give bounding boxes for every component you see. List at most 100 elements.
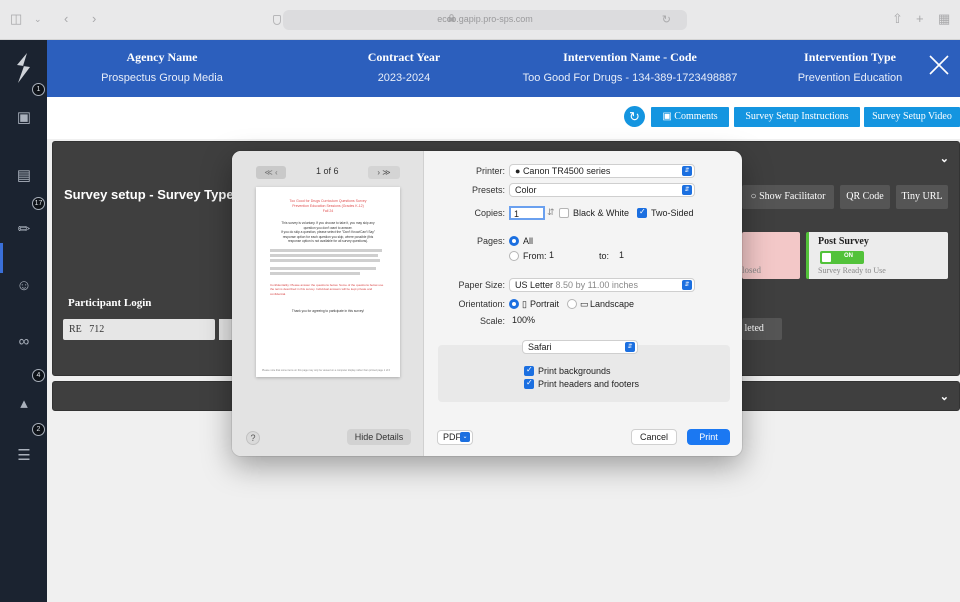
print-backgrounds-checkbox[interactable] [524, 365, 534, 376]
active-indicator [0, 243, 3, 273]
participant-login-field-2[interactable] [219, 319, 233, 340]
back-icon[interactable]: ‹ [64, 12, 68, 26]
printer-select[interactable]: ● Canon TR4500 series ⇵ [509, 164, 695, 178]
chevron-down-icon: ⌄ [460, 432, 470, 442]
completed-button[interactable]: leted [742, 318, 782, 340]
survey-icon[interactable]: ✏ [14, 220, 34, 240]
users-icon[interactable]: ☺ [14, 276, 34, 296]
completed-label: leted [744, 323, 764, 334]
paper-size-value: US Letter [515, 280, 554, 290]
login-value: 712 [89, 324, 105, 335]
header-label: Intervention Name - Code [563, 50, 697, 64]
survey-status-card[interactable]: losed [742, 232, 800, 279]
person-icon: ○ [750, 191, 760, 202]
two-sided-label: Two-Sided [651, 208, 694, 218]
two-sided-checkbox[interactable] [637, 207, 647, 218]
briefcase-icon[interactable]: ▤ [14, 166, 34, 186]
forward-icon[interactable]: › [92, 12, 96, 26]
preview-footer: Please note that some items on this page… [262, 369, 390, 372]
print-headers-footers-checkbox[interactable] [524, 378, 534, 389]
header-label: Agency Name [126, 50, 198, 64]
url-text: ecco.gapip.pro-sps.com [437, 14, 533, 24]
help-button[interactable]: ? [246, 431, 260, 445]
participant-login-field[interactable]: RE 712 [63, 319, 215, 340]
hide-details-button[interactable]: Hide Details [347, 429, 411, 445]
previous-page-button[interactable]: ≪ ‹ [256, 166, 286, 179]
privacy-shield-icon[interactable] [273, 15, 281, 25]
next-page-button[interactable]: › ≫ [368, 166, 400, 179]
chevron-updown-icon: ⇵ [625, 342, 635, 352]
share-icon[interactable]: ⇧ [892, 12, 903, 26]
map-icon[interactable]: ▣ [14, 108, 34, 128]
tiny-url-button[interactable]: Tiny URL [896, 185, 948, 209]
post-survey-status: Survey Ready to Use [818, 266, 886, 275]
pages-all-radio[interactable] [509, 236, 519, 246]
qr-code-button[interactable]: QR Code [840, 185, 890, 209]
link-icon[interactable]: ∞ [14, 332, 34, 352]
new-tab-icon[interactable]: + [916, 12, 924, 26]
portrait-label: Portrait [530, 299, 560, 309]
pdf-menu-button[interactable]: PDF ⌄ [437, 430, 473, 445]
scale-input[interactable]: 100% [509, 314, 547, 328]
pages-range-radio[interactable] [509, 251, 519, 261]
chevron-updown-icon: ⇵ [682, 166, 692, 176]
sidebar-toggle-icon[interactable]: ◫ [10, 12, 22, 26]
pages-to-input[interactable]: 1 [615, 249, 663, 263]
close-icon[interactable] [928, 54, 950, 76]
presets-select[interactable]: Color ⇵ [509, 183, 695, 197]
comments-button[interactable]: ▣ Comments [651, 107, 729, 127]
print-button[interactable]: Print [687, 429, 730, 445]
show-facilitator-button[interactable]: ○ Show Facilitator [742, 185, 834, 209]
refresh-button[interactable]: ↻ [624, 106, 645, 127]
tab-overview-icon[interactable]: ▦ [938, 12, 950, 26]
header-value: 2023-2024 [377, 72, 431, 84]
participant-login-label: Participant Login [68, 297, 152, 309]
chevron-updown-icon: ⇵ [682, 185, 692, 195]
notification-badge: 17 [32, 197, 45, 210]
chevron-down-icon[interactable]: ⌄ [940, 152, 949, 165]
printer-icon: ● [515, 166, 523, 176]
preview-text-line [270, 272, 360, 275]
stepper-icon[interactable]: ⇵ [547, 207, 555, 218]
preview-text-line [270, 267, 376, 270]
toggle-text: ON [844, 253, 853, 259]
header-value: Too Good For Drugs - 134-389-1723498887 [522, 72, 738, 84]
pages-to-label: to: [599, 251, 610, 261]
copies-input[interactable]: 1 [509, 206, 545, 220]
report-icon[interactable]: ☰ [14, 446, 34, 466]
survey-setup-video-button[interactable]: Survey Setup Video [864, 107, 960, 127]
chevron-updown-icon: ⇵ [682, 280, 692, 290]
post-survey-toggle[interactable]: ON [820, 251, 864, 264]
chevron-down-icon[interactable]: ⌄ [34, 12, 42, 26]
agency-name-column: Agency Name Prospectus Group Media [87, 50, 237, 84]
paper-size-select[interactable]: US Letter 8.50 by 11.00 inches ⇵ [509, 278, 695, 292]
print-backgrounds-label: Print backgrounds [538, 366, 611, 376]
reload-icon[interactable]: ↻ [662, 13, 671, 26]
post-survey-card[interactable]: Post Survey ON Survey Ready to Use [806, 232, 948, 279]
preview-text-line [270, 254, 378, 257]
print-dialog: ≪ ‹ 1 of 6 › ≫ Too Good for Drugs Curric… [232, 151, 742, 456]
megaphone-icon[interactable]: ▴ [14, 394, 34, 414]
landscape-radio[interactable] [567, 299, 577, 309]
orientation-label: Orientation: [458, 299, 505, 309]
landscape-label: Landscape [590, 299, 635, 309]
print-preview-pane: ≪ ‹ 1 of 6 › ≫ Too Good for Drugs Curric… [232, 151, 424, 456]
black-white-checkbox[interactable] [559, 208, 569, 218]
chevron-down-icon[interactable]: ⌄ [940, 390, 949, 403]
paper-size-label: Paper Size: [458, 280, 505, 290]
presets-label: Presets: [471, 185, 505, 195]
left-nav-rail: 1 ▣ ▤ 17 ✏ ☺ ∞ 4 ▴ 2 ☰ [0, 40, 47, 602]
address-bar[interactable]: ecco.gapip.pro-sps.com ↻ [273, 10, 687, 30]
app-options-value: Safari [528, 342, 552, 352]
pages-label: Pages: [476, 236, 505, 246]
pages-from-input[interactable]: 1 [545, 249, 593, 263]
intervention-name-column: Intervention Name - Code Too Good For Dr… [505, 50, 755, 84]
survey-setup-instructions-button[interactable]: Survey Setup Instructions [734, 107, 860, 127]
printer-value: Canon TR4500 series [522, 166, 611, 176]
portrait-radio[interactable] [509, 299, 519, 309]
cancel-button[interactable]: Cancel [631, 429, 677, 445]
comments-label: Comments [674, 111, 718, 122]
status-text: losed [742, 265, 761, 275]
app-options-select[interactable]: Safari ⇵ [522, 340, 638, 354]
notification-badge: 1 [32, 83, 45, 96]
